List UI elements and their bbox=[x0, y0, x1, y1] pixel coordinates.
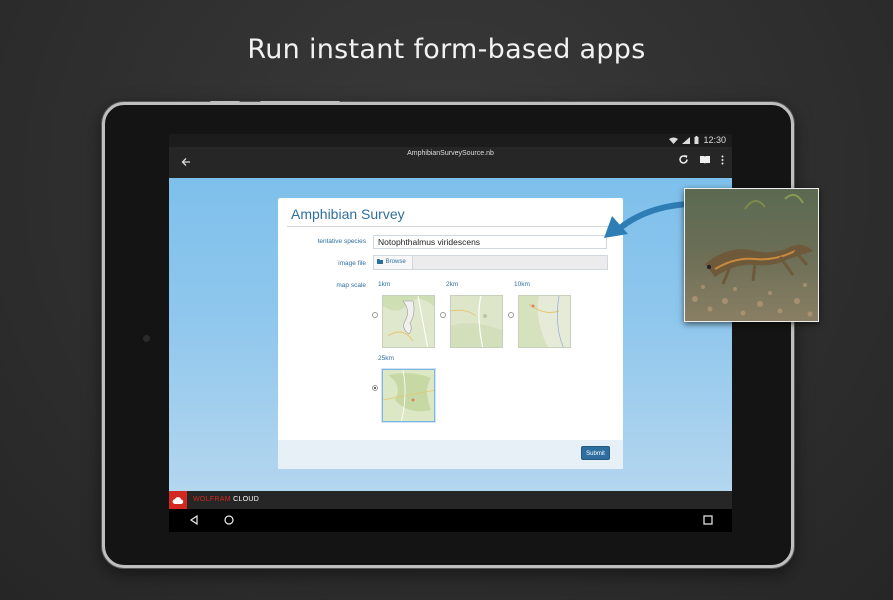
map-radio-25km[interactable] bbox=[372, 385, 378, 391]
headline: Run instant form-based apps bbox=[247, 34, 646, 65]
battery-icon bbox=[694, 136, 699, 144]
map-scale-label: map scale bbox=[336, 282, 366, 289]
wolfram-cloud-wordmark: WOLFRAM CLOUD bbox=[193, 496, 259, 503]
nav-home-icon[interactable] bbox=[223, 514, 235, 526]
folder-open-icon bbox=[377, 258, 383, 264]
image-file-input[interactable]: Browse bbox=[373, 255, 608, 270]
screen: 12:30 AmphibianSurveySource.nb Amphibian… bbox=[169, 134, 732, 532]
map-option-label: 1km bbox=[378, 281, 391, 288]
tablet-device: 12:30 AmphibianSurveySource.nb Amphibian… bbox=[102, 101, 794, 568]
wolfram-cloud-bar: WOLFRAM CLOUD bbox=[169, 491, 732, 509]
signal-icon bbox=[682, 136, 691, 144]
map-option-label: 25km bbox=[378, 355, 394, 362]
brand-wolfram: WOLFRAM bbox=[193, 496, 231, 503]
browse-label: Browse bbox=[385, 259, 406, 265]
map-radio-2km[interactable] bbox=[440, 312, 446, 318]
nav-back-icon[interactable] bbox=[188, 514, 200, 526]
camera-icon bbox=[143, 335, 150, 342]
form-footer: Submit bbox=[278, 440, 623, 469]
map-thumbnail-10km[interactable] bbox=[518, 295, 571, 348]
species-label: tentative species bbox=[317, 238, 366, 245]
image-file-label: image file bbox=[338, 260, 366, 267]
callout-arrow-icon bbox=[604, 201, 693, 238]
map-radio-10km[interactable] bbox=[508, 312, 514, 318]
wolfram-cloud-logo[interactable] bbox=[169, 491, 187, 509]
nav-recents-icon[interactable] bbox=[702, 514, 714, 526]
map-thumbnail-25km[interactable] bbox=[382, 369, 435, 422]
more-vert-icon[interactable] bbox=[721, 155, 724, 165]
status-time: 12:30 bbox=[703, 135, 726, 145]
map-radio-1km[interactable] bbox=[372, 312, 378, 318]
power-button bbox=[260, 101, 340, 104]
volume-button bbox=[210, 101, 240, 104]
map-thumbnail-1km[interactable] bbox=[382, 295, 435, 348]
form-card: Amphibian Survey tentative species Notop… bbox=[278, 198, 623, 469]
species-input[interactable]: Notophthalmus viridescens bbox=[373, 235, 607, 249]
newt-photo bbox=[684, 188, 819, 322]
submit-button[interactable]: Submit bbox=[581, 446, 610, 460]
map-thumbnail-2km[interactable] bbox=[450, 295, 503, 348]
divider bbox=[287, 226, 614, 227]
book-icon[interactable] bbox=[699, 155, 711, 165]
browse-button[interactable]: Browse bbox=[374, 256, 413, 269]
wifi-icon bbox=[669, 137, 679, 144]
app-bar: AmphibianSurveySource.nb bbox=[169, 147, 732, 178]
notebook-title: AmphibianSurveySource.nb bbox=[407, 150, 494, 157]
refresh-icon[interactable] bbox=[678, 154, 689, 165]
form-title: Amphibian Survey bbox=[291, 206, 405, 222]
status-bar: 12:30 bbox=[169, 134, 732, 147]
android-nav-bar bbox=[169, 509, 732, 532]
brand-cloud: CLOUD bbox=[233, 496, 260, 503]
map-option-label: 2km bbox=[446, 281, 459, 288]
map-option-label: 10km bbox=[514, 281, 530, 288]
